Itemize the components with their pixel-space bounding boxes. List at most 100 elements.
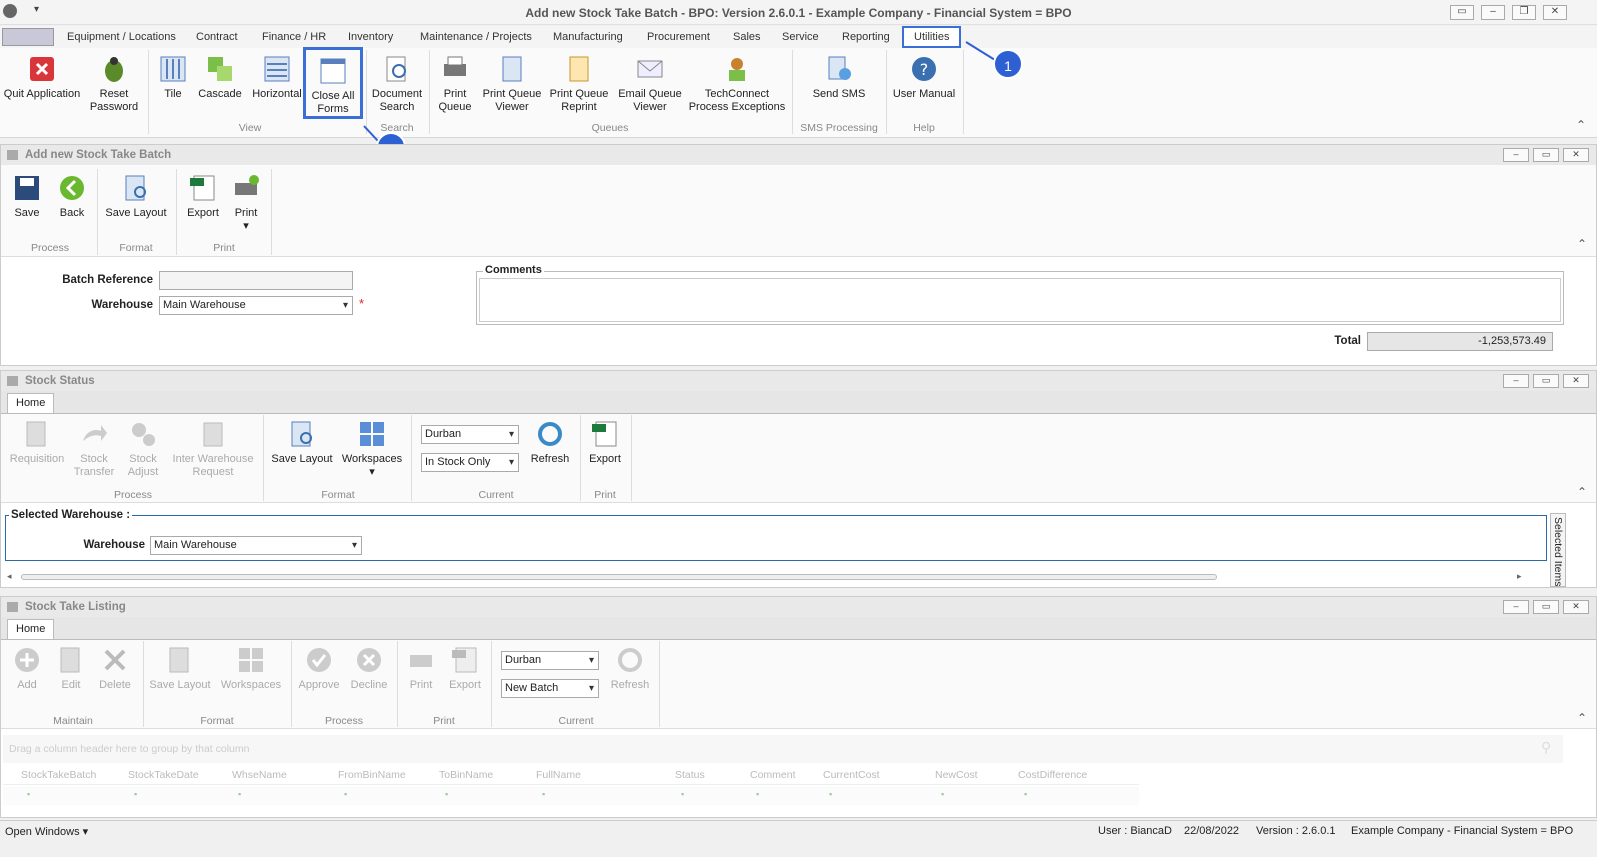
workspaces-icon <box>239 648 263 672</box>
panel-minimize-button[interactable]: – <box>1503 600 1529 614</box>
print-button[interactable]: Print <box>401 645 441 692</box>
column-filter-icon[interactable]: ▪ <box>344 789 347 799</box>
transfer-arrow-icon <box>83 425 107 441</box>
open-windows-dropdown[interactable]: Open Windows ▾ <box>5 825 88 838</box>
collapse-ribbon-icon[interactable]: ⌃ <box>1577 711 1587 725</box>
current-group-label: Current <box>558 715 594 727</box>
panel-maximize-button[interactable]: ▭ <box>1533 600 1559 614</box>
column-filter-icon[interactable]: ▪ <box>445 789 448 799</box>
warehouse-select[interactable]: Main Warehouse <box>150 536 362 555</box>
print-group-label: Print <box>213 242 235 254</box>
refresh-button[interactable]: Refresh <box>525 419 575 466</box>
panel-minimize-button[interactable]: – <box>1503 374 1529 388</box>
panel-close-button[interactable]: ✕ <box>1563 600 1589 614</box>
export-button[interactable]: Export <box>445 645 485 692</box>
tab-home[interactable]: Home <box>7 619 55 639</box>
column-header-status[interactable]: Status <box>675 769 705 781</box>
edit-button[interactable]: Edit <box>53 645 89 692</box>
selected-warehouse-label: Selected Warehouse : <box>9 509 133 521</box>
column-header-whsename[interactable]: WhseName <box>232 769 287 781</box>
location-select[interactable]: Durban <box>501 651 599 670</box>
layout-icon <box>125 175 146 201</box>
grid-filter-row[interactable] <box>3 787 1139 805</box>
printer-icon <box>235 175 259 195</box>
inter-warehouse-request-button[interactable]: Inter Warehouse Request <box>169 419 257 479</box>
stock-status-panel: Stock Status – ▭ ✕ Home Requisition Stoc… <box>0 370 1597 588</box>
format-group-label: Format <box>119 242 153 254</box>
stock-filter-select[interactable]: In Stock Only <box>421 453 519 472</box>
panel-close-button[interactable]: ✕ <box>1563 148 1589 162</box>
approve-button[interactable]: Approve <box>295 645 343 692</box>
panel-header: Stock Status <box>1 371 1596 391</box>
column-header-comment[interactable]: Comment <box>750 769 796 781</box>
stock-adjust-button[interactable]: Stock Adjust <box>123 419 163 479</box>
print-button[interactable]: Print ▾ <box>227 173 265 233</box>
column-filter-icon[interactable]: ▪ <box>756 789 759 799</box>
comments-input[interactable] <box>479 278 1561 322</box>
search-icon[interactable]: ⚲ <box>1541 739 1551 756</box>
add-icon <box>15 648 39 672</box>
group-by-panel[interactable]: Drag a column header here to group by th… <box>3 735 1563 763</box>
stock-transfer-button[interactable]: Stock Transfer <box>71 419 117 479</box>
column-header-frombinname[interactable]: FromBinName <box>338 769 406 781</box>
column-header-costdifference[interactable]: CostDifference <box>1018 769 1087 781</box>
collapse-ribbon-icon[interactable]: ⌃ <box>1577 237 1587 251</box>
back-arrow-icon <box>60 176 84 200</box>
save-layout-button[interactable]: Save Layout <box>147 645 213 692</box>
batch-reference-label: Batch Reference <box>62 274 153 286</box>
location-select[interactable]: Durban <box>421 425 519 444</box>
save-layout-button[interactable]: Save Layout <box>269 419 335 466</box>
save-button[interactable]: Save <box>7 173 47 220</box>
collapse-ribbon-icon[interactable]: ⌃ <box>1577 485 1587 499</box>
column-header-stocktakebatch[interactable]: StockTakeBatch <box>21 769 96 781</box>
tab-home[interactable]: Home <box>7 393 55 413</box>
refresh-icon <box>618 648 642 672</box>
edit-icon <box>60 647 80 673</box>
current-group-label: Current <box>478 489 514 501</box>
horizontal-scrollbar[interactable]: ◂ ▸ <box>7 571 1529 583</box>
status-company: Example Company - Financial System = BPO <box>1351 825 1574 837</box>
warehouse-select[interactable]: Main Warehouse <box>159 296 353 315</box>
xlsx-icon <box>190 175 215 201</box>
selected-items-side-tab[interactable]: Selected Items <box>1550 513 1566 587</box>
layout-icon <box>169 647 189 673</box>
workspaces-button[interactable]: Workspaces ▾ <box>341 419 403 479</box>
maintain-group-label: Maintain <box>53 715 93 727</box>
column-header-fullname[interactable]: FullName <box>536 769 581 781</box>
column-header-newcost[interactable]: NewCost <box>935 769 978 781</box>
export-button[interactable]: Export <box>181 173 225 220</box>
status-bar: Open Windows ▾ User : BiancaD 22/08/2022… <box>0 820 1597 842</box>
column-filter-icon[interactable]: ▪ <box>134 789 137 799</box>
stock-take-batch-panel: Add new Stock Take Batch – ▭ ✕ Save Back… <box>0 144 1597 366</box>
column-header-stocktakedate[interactable]: StockTakeDate <box>128 769 199 781</box>
floppy-icon <box>15 176 39 200</box>
requisition-button[interactable]: Requisition <box>7 419 67 466</box>
panel-close-button[interactable]: ✕ <box>1563 374 1589 388</box>
column-filter-icon[interactable]: ▪ <box>941 789 944 799</box>
comments-label: Comments <box>483 264 544 276</box>
export-button[interactable]: Export <box>583 419 627 466</box>
decline-button[interactable]: Decline <box>347 645 391 692</box>
add-button[interactable]: Add <box>9 645 45 692</box>
column-filter-icon[interactable]: ▪ <box>27 789 30 799</box>
column-header-tobinname[interactable]: ToBinName <box>439 769 493 781</box>
column-filter-icon[interactable]: ▪ <box>238 789 241 799</box>
panel-minimize-button[interactable]: – <box>1503 148 1529 162</box>
batch-reference-input[interactable] <box>159 271 353 290</box>
column-filter-icon[interactable]: ▪ <box>542 789 545 799</box>
column-filter-icon[interactable]: ▪ <box>1024 789 1027 799</box>
batch-status-select[interactable]: New Batch <box>501 679 599 698</box>
back-button[interactable]: Back <box>51 173 93 220</box>
save-layout-button[interactable]: Save Layout <box>103 173 169 220</box>
column-filter-icon[interactable]: ▪ <box>829 789 832 799</box>
delete-button[interactable]: Delete <box>95 645 135 692</box>
refresh-button[interactable]: Refresh <box>607 645 653 692</box>
total-label: Total <box>1334 335 1361 347</box>
process-group-label: Process <box>31 242 69 254</box>
workspaces-button[interactable]: Workspaces <box>219 645 283 692</box>
panel-maximize-button[interactable]: ▭ <box>1533 148 1559 162</box>
column-filter-icon[interactable]: ▪ <box>681 789 684 799</box>
panel-maximize-button[interactable]: ▭ <box>1533 374 1559 388</box>
process-group-label: Process <box>114 489 152 501</box>
column-header-currentcost[interactable]: CurrentCost <box>823 769 880 781</box>
